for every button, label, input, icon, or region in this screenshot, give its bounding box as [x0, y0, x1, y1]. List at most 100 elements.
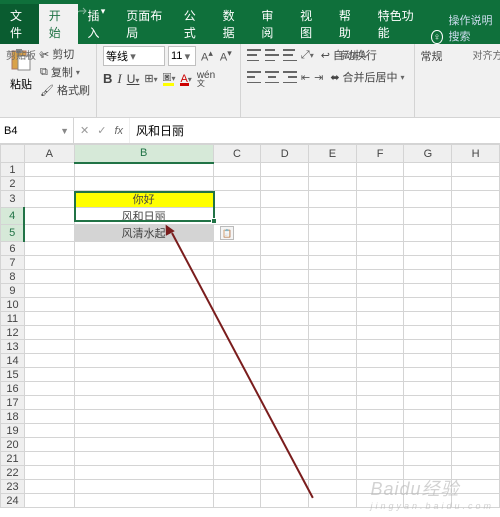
cell-F18[interactable]	[356, 410, 404, 424]
col-header-A[interactable]: A	[24, 145, 74, 163]
cell-A8[interactable]	[24, 270, 74, 284]
cell-D21[interactable]	[261, 452, 309, 466]
cell-B21[interactable]	[74, 452, 213, 466]
cell-B6[interactable]	[74, 242, 213, 256]
cell-C4[interactable]	[213, 208, 261, 225]
cell-E17[interactable]	[309, 396, 357, 410]
cell-H6[interactable]	[452, 242, 500, 256]
row-header[interactable]: 15	[1, 368, 25, 382]
cell-F19[interactable]	[356, 424, 404, 438]
cell-H17[interactable]	[452, 396, 500, 410]
cell-B16[interactable]	[74, 382, 213, 396]
cell-H1[interactable]	[452, 163, 500, 177]
cell-F10[interactable]	[356, 298, 404, 312]
cell-E15[interactable]	[309, 368, 357, 382]
cell-E6[interactable]	[309, 242, 357, 256]
cell-F14[interactable]	[356, 354, 404, 368]
cell-D23[interactable]	[261, 480, 309, 494]
cell-A10[interactable]	[24, 298, 74, 312]
cell-C8[interactable]	[213, 270, 261, 284]
cell-G4[interactable]	[404, 208, 452, 225]
cell-B12[interactable]	[74, 326, 213, 340]
cell-B5[interactable]: 风清水起	[74, 225, 213, 242]
cell-G15[interactable]	[404, 368, 452, 382]
cell-H4[interactable]	[452, 208, 500, 225]
cell-C6[interactable]	[213, 242, 261, 256]
cell-E23[interactable]	[309, 480, 357, 494]
cell-F1[interactable]	[356, 163, 404, 177]
cut-button[interactable]: ✂剪切	[40, 46, 90, 62]
cell-B7[interactable]	[74, 256, 213, 270]
cell-E24[interactable]	[309, 494, 357, 508]
col-header-D[interactable]: D	[261, 145, 309, 163]
cell-H3[interactable]	[452, 191, 500, 208]
cell-A18[interactable]	[24, 410, 74, 424]
cell-F17[interactable]	[356, 396, 404, 410]
phonetic-button[interactable]: wén文	[197, 70, 215, 87]
row-header[interactable]: 10	[1, 298, 25, 312]
cell-H16[interactable]	[452, 382, 500, 396]
italic-button[interactable]: I	[117, 71, 121, 87]
fx-icon[interactable]: fx	[114, 125, 123, 137]
tab-help[interactable]: 帮助	[329, 4, 368, 44]
cell-F16[interactable]	[356, 382, 404, 396]
format-painter-button[interactable]: 🖌格式刷	[40, 82, 90, 98]
cell-B3[interactable]: 你好	[74, 191, 213, 208]
cell-A23[interactable]	[24, 480, 74, 494]
cell-B17[interactable]	[74, 396, 213, 410]
cell-E19[interactable]	[309, 424, 357, 438]
cell-G10[interactable]	[404, 298, 452, 312]
cell-D17[interactable]	[261, 396, 309, 410]
cell-A19[interactable]	[24, 424, 74, 438]
cell-D5[interactable]	[261, 225, 309, 242]
row-header[interactable]: 9	[1, 284, 25, 298]
row-header[interactable]: 11	[1, 312, 25, 326]
cell-E1[interactable]	[309, 163, 357, 177]
cell-C10[interactable]	[213, 298, 261, 312]
cell-A5[interactable]	[24, 225, 74, 242]
cell-D2[interactable]	[261, 177, 309, 191]
name-box[interactable]: B4 ▼	[0, 118, 74, 143]
cell-B9[interactable]	[74, 284, 213, 298]
cell-H2[interactable]	[452, 177, 500, 191]
cell-G7[interactable]	[404, 256, 452, 270]
cell-H24[interactable]	[452, 494, 500, 508]
cell-B11[interactable]	[74, 312, 213, 326]
row-header[interactable]: 3	[1, 191, 25, 208]
row-header[interactable]: 16	[1, 382, 25, 396]
row-header[interactable]: 2	[1, 177, 25, 191]
cell-A13[interactable]	[24, 340, 74, 354]
cell-H12[interactable]	[452, 326, 500, 340]
cell-B13[interactable]	[74, 340, 213, 354]
cell-D24[interactable]	[261, 494, 309, 508]
cell-F13[interactable]	[356, 340, 404, 354]
cell-F9[interactable]	[356, 284, 404, 298]
cell-G18[interactable]	[404, 410, 452, 424]
col-header-B[interactable]: B	[74, 145, 213, 163]
cell-H19[interactable]	[452, 424, 500, 438]
cell-F23[interactable]	[356, 480, 404, 494]
cell-F22[interactable]	[356, 466, 404, 480]
cell-A17[interactable]	[24, 396, 74, 410]
cell-C13[interactable]	[213, 340, 261, 354]
row-header[interactable]: 12	[1, 326, 25, 340]
cell-A1[interactable]	[24, 163, 74, 177]
cell-B22[interactable]	[74, 466, 213, 480]
cell-E18[interactable]	[309, 410, 357, 424]
cell-A7[interactable]	[24, 256, 74, 270]
cell-D9[interactable]	[261, 284, 309, 298]
fill-color-button[interactable]: 🞖▾	[163, 72, 176, 85]
cell-D11[interactable]	[261, 312, 309, 326]
tab-file[interactable]: 文件	[0, 4, 39, 44]
cell-F12[interactable]	[356, 326, 404, 340]
cell-G14[interactable]	[404, 354, 452, 368]
tab-features[interactable]: 特色功能	[368, 4, 426, 44]
cell-C7[interactable]	[213, 256, 261, 270]
increase-indent-icon[interactable]: ⇥	[314, 71, 323, 84]
align-right-icon[interactable]	[283, 71, 297, 83]
cell-E2[interactable]	[309, 177, 357, 191]
cell-F11[interactable]	[356, 312, 404, 326]
cancel-icon[interactable]: ✕	[80, 124, 89, 137]
tab-view[interactable]: 视图	[290, 4, 329, 44]
cell-A14[interactable]	[24, 354, 74, 368]
